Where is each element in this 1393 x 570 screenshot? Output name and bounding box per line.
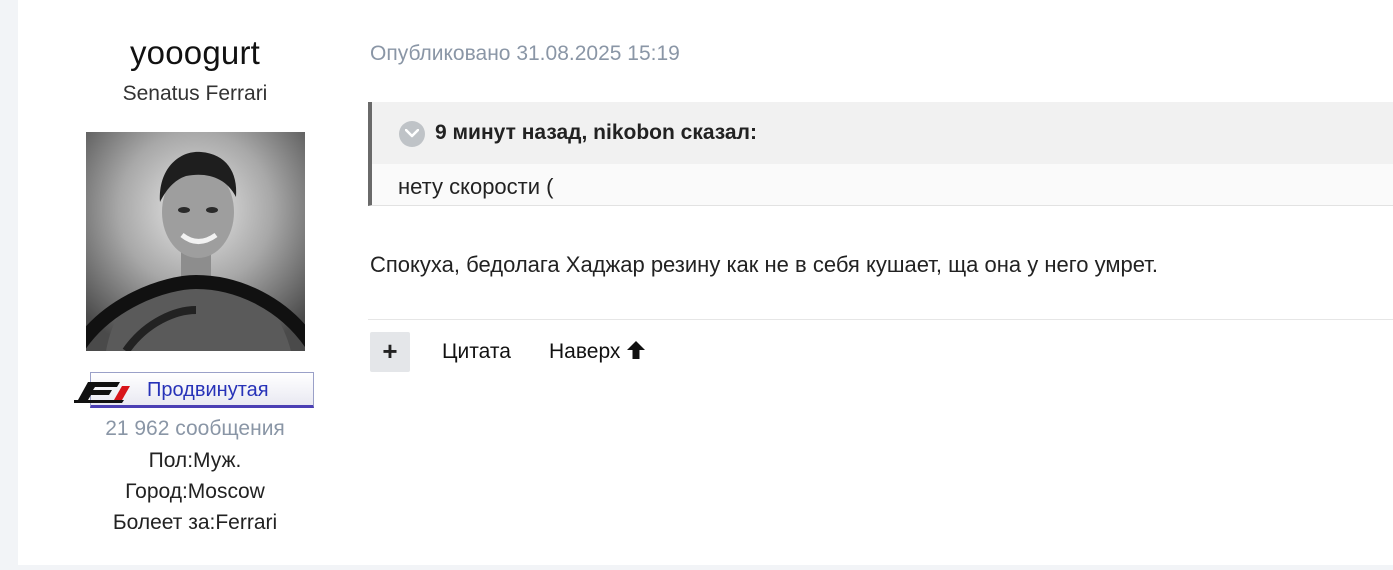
author-username[interactable]: yooogurt	[18, 34, 372, 72]
author-post-count[interactable]: 21 962 сообщения	[18, 417, 372, 441]
author-field-city: Город:Moscow	[125, 480, 265, 503]
f1-logo-icon	[74, 382, 130, 403]
quote-button-label: Цитата	[442, 340, 511, 363]
forum-post: yooogurt Senatus Ferrari Продвинутая 21 …	[18, 0, 1393, 565]
post-quote: 9 минут назад, nikobon сказал: нету скор…	[368, 102, 1393, 206]
quote-expand-toggle[interactable]	[399, 121, 425, 147]
reaction-plus-button[interactable]: +	[370, 332, 410, 372]
arrow-up-icon	[627, 341, 646, 359]
author-group: Senatus Ferrari	[122, 82, 268, 105]
rank-label: Продвинутая	[147, 379, 269, 401]
author-field-gender: Пол:Муж.	[148, 449, 242, 472]
quote-text: нету скорости (	[398, 174, 554, 199]
plus-icon: +	[382, 336, 398, 366]
author-avatar[interactable]	[86, 132, 305, 351]
quote-button[interactable]: Цитата	[442, 340, 511, 364]
author-field-team: Болеет за:Ferrari	[112, 511, 278, 534]
back-to-top-link[interactable]: Наверх	[549, 340, 646, 364]
quote-citation[interactable]: 9 минут назад, nikobon сказал:	[435, 121, 757, 145]
post-body-text: Спокуха, бедолага Хаджар резину как не в…	[370, 252, 1159, 277]
chevron-down-icon	[405, 129, 419, 138]
post-published-date[interactable]: Опубликовано 31.08.2025 15:19	[370, 42, 680, 66]
back-to-top-label: Наверх	[549, 340, 621, 363]
post-divider	[368, 319, 1393, 320]
rank-badge: Продвинутая	[74, 372, 318, 412]
quote-header[interactable]: 9 минут назад, nikobon сказал:	[372, 102, 1393, 164]
avatar-portrait-image	[86, 132, 305, 351]
